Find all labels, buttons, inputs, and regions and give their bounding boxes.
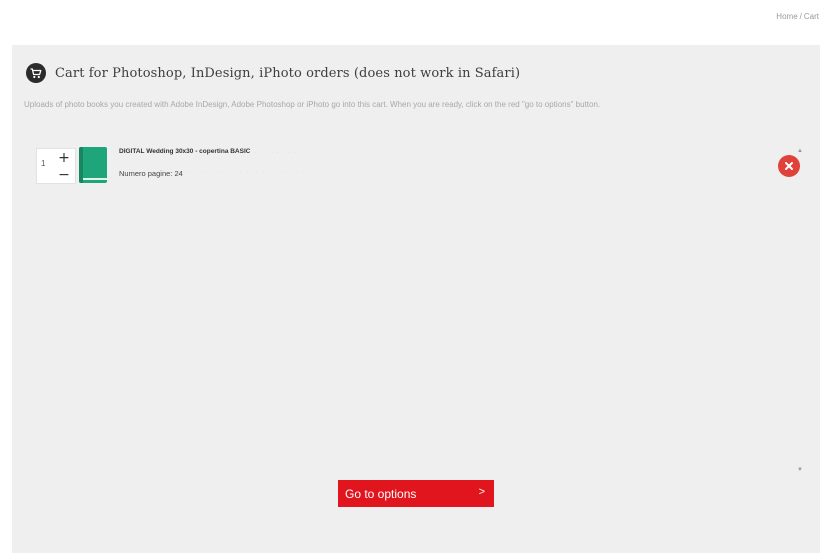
breadcrumb-separator: / [799,12,802,21]
scroll-up-icon[interactable]: ▲ [797,148,803,154]
quantity-value[interactable]: 1 [41,159,45,168]
faded-text: · · · · · · · · · · · · · [226,150,297,156]
breadcrumb: Home / Cart [776,12,819,21]
scroll-down-icon[interactable]: ▼ [797,467,803,473]
close-icon [785,162,793,170]
go-to-options-button[interactable]: Go to options > [338,480,494,507]
remove-item-button[interactable] [778,155,800,177]
cart-header: Cart for Photoshop, InDesign, iPhoto ord… [26,63,520,83]
page-title: Cart for Photoshop, InDesign, iPhoto ord… [55,65,521,81]
book-thumbnail [79,147,107,183]
breadcrumb-current: Cart [803,12,819,21]
chevron-right-icon: > [478,486,485,498]
quantity-plus-button[interactable]: + [56,151,72,165]
breadcrumb-home-link[interactable]: Home [776,12,797,21]
cart-description: Uploads of photo books you created with … [24,100,601,109]
cart-icon [26,63,46,83]
quantity-stepper: 1 + − [36,148,76,184]
book-pages-edge [83,178,107,180]
quantity-minus-button[interactable]: − [56,168,72,182]
cart-panel: Cart for Photoshop, InDesign, iPhoto ord… [12,45,820,553]
go-to-options-label: Go to options [345,486,417,501]
faded-text: · · · · · · · · · · · · · · · · · · · · … [166,170,305,176]
cart-item: 1 + − DIGITAL Wedding 30x30 - copertina … [36,145,806,189]
